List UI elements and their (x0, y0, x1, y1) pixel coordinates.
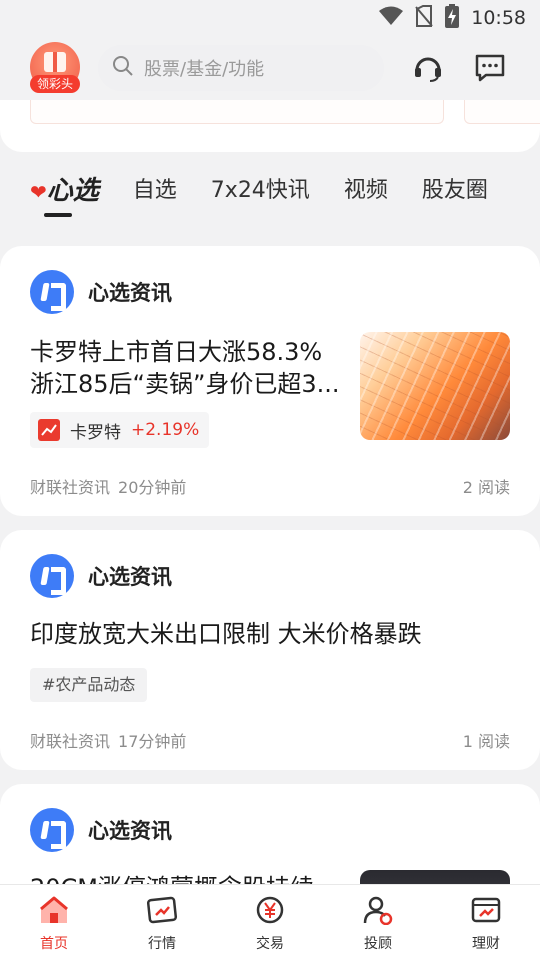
tab-video[interactable]: 视频 (344, 168, 388, 214)
topic-tag[interactable]: #农产品动态 (30, 668, 148, 702)
source-logo-icon (30, 554, 74, 598)
nav-label: 投顾 (364, 936, 392, 952)
news-meta: 财联社资讯 20分钟前 (30, 474, 186, 498)
wealth-icon (470, 895, 502, 929)
tab-7x24-news[interactable]: 7x24快讯 (211, 168, 310, 214)
market-icon (146, 895, 178, 929)
card-header: 心选资讯 (30, 808, 172, 852)
search-icon (112, 55, 134, 81)
nav-trade[interactable]: 交易 (216, 885, 324, 960)
header: 领彩头 股票/基金/功能 (0, 36, 540, 100)
tab-community[interactable]: 股友圈 (422, 168, 488, 214)
advisor-icon (362, 895, 394, 929)
news-thumbnail[interactable] (360, 332, 510, 440)
nav-advisor[interactable]: 投顾 (324, 885, 432, 960)
card-header: 心选资讯 (30, 270, 172, 314)
publish-time: 20分钟前 (118, 478, 187, 497)
title-line: 卡罗特上市首日大涨58.3% (30, 338, 323, 366)
publisher: 财联社资讯 (30, 732, 111, 751)
news-meta: 财联社资讯 17分钟前 (30, 728, 186, 752)
stock-change: +2.19% (131, 420, 200, 440)
message-icon[interactable] (472, 50, 508, 86)
stock-trend-icon (38, 419, 60, 441)
promo-panel-secondary[interactable] (464, 100, 540, 124)
publish-time: 17分钟前 (118, 732, 187, 751)
feed-tabs: ❤心选 自选 7x24快讯 视频 股友圈 (30, 168, 522, 220)
bottom-nav: 首页 行情 交易 投顾 理财 (0, 884, 540, 960)
stock-name: 卡罗特 (70, 422, 121, 443)
stock-tag[interactable]: 卡罗特 +2.19% (30, 412, 210, 448)
source-logo-icon (30, 270, 74, 314)
publisher: 财联社资讯 (30, 478, 111, 497)
source-name: 心选资讯 (88, 281, 172, 305)
nav-home[interactable]: 首页 (0, 885, 108, 960)
headset-icon[interactable] (410, 50, 446, 86)
tab-xinxuan[interactable]: ❤心选 (30, 168, 99, 217)
source-name: 心选资讯 (88, 565, 172, 589)
promo-card (0, 100, 540, 152)
read-count: 1 阅读 (462, 732, 510, 751)
heart-icon: ❤ (30, 180, 47, 204)
avatar-badge[interactable]: 领彩头 (30, 75, 80, 93)
card-header: 心选资讯 (30, 554, 172, 598)
nav-market[interactable]: 行情 (108, 885, 216, 960)
promo-panel[interactable] (30, 100, 444, 124)
clock: 10:58 (471, 7, 526, 29)
news-title[interactable]: 卡罗特上市首日大涨58.3% 浙江85后“卖锅”身价已超3... (30, 336, 350, 400)
no-sim-icon (415, 5, 433, 31)
news-card[interactable]: 心选资讯 卡罗特上市首日大涨58.3% 浙江85后“卖锅”身价已超3... 卡罗… (0, 246, 540, 516)
tab-watchlist[interactable]: 自选 (133, 168, 177, 214)
source-logo-icon (30, 808, 74, 852)
nav-wealth[interactable]: 理财 (432, 885, 540, 960)
nav-label: 交易 (256, 936, 284, 952)
nav-label: 理财 (472, 936, 500, 952)
tab-label: 心选 (46, 176, 99, 206)
nav-label: 首页 (40, 936, 68, 952)
nav-label: 行情 (148, 936, 176, 952)
news-title[interactable]: 印度放宽大米出口限制 大米价格暴跌 (30, 618, 422, 650)
wifi-icon (379, 6, 404, 30)
trade-yen-icon (254, 895, 286, 929)
status-bar: 10:58 (0, 0, 540, 36)
read-count: 2 阅读 (462, 478, 510, 497)
gift-icon (44, 52, 66, 72)
news-card[interactable]: 心选资讯 印度放宽大米出口限制 大米价格暴跌 #农产品动态 财联社资讯 17分钟前… (0, 530, 540, 770)
battery-charging-icon (445, 4, 460, 32)
search-placeholder: 股票/基金/功能 (144, 59, 265, 80)
search-input[interactable]: 股票/基金/功能 (98, 45, 384, 91)
home-icon (38, 895, 70, 929)
title-line: 浙江85后“卖锅”身价已超3... (30, 370, 340, 398)
source-name: 心选资讯 (88, 819, 172, 843)
